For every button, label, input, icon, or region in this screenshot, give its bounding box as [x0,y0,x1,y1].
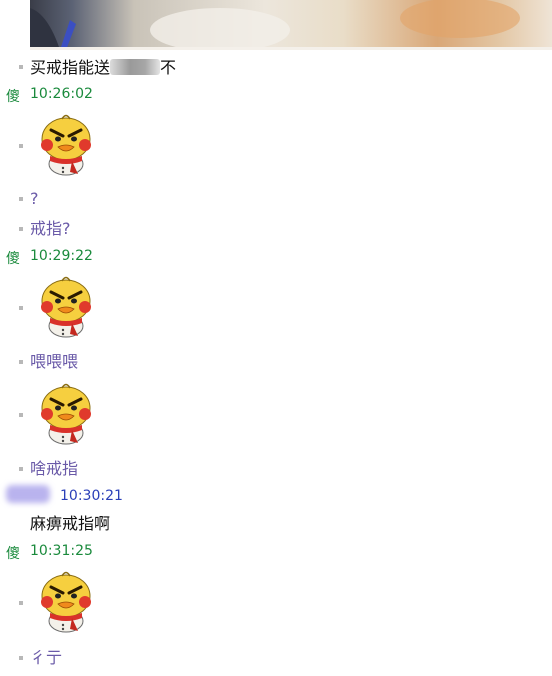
message-text-end: 不 [160,58,177,77]
message-bullet [19,306,23,310]
angry-duck-sticker-icon[interactable] [36,381,96,445]
sender-name[interactable]: 傻 [6,248,20,268]
redacted-sender-name [6,485,50,503]
sender-name[interactable]: 傻 [6,543,20,563]
message-bullet [19,227,23,231]
message-bullet [19,601,23,605]
message-text[interactable]: 彳亍 [30,648,62,668]
timestamp: 10:26:02 [30,86,93,102]
message-bullet [19,197,23,201]
message-bullet [19,144,23,148]
message-text[interactable]: 买戒指能送 不 [30,58,176,78]
redacted-blur [110,59,161,75]
angry-duck-sticker-icon[interactable] [36,112,96,176]
timestamp: 10:30:21 [60,488,123,504]
sender-name[interactable]: 傻 [6,86,20,106]
message-text[interactable]: ? [30,189,39,209]
message-bullet [19,656,23,660]
angry-duck-sticker-icon[interactable] [36,569,96,633]
message-text[interactable]: 戒指? [30,219,71,239]
message-text[interactable]: 喂喂喂 [30,352,78,372]
message-bullet [19,467,23,471]
message-text-start: 买戒指能送 [30,58,111,77]
timestamp: 10:29:22 [30,248,93,264]
message-text[interactable]: 麻痹戒指啊 [30,514,110,534]
timestamp: 10:31:25 [30,543,93,559]
message-text[interactable]: 啥戒指 [30,459,78,479]
message-bullet [19,360,23,364]
message-bullet [19,413,23,417]
message-bullet [19,65,23,69]
angry-duck-sticker-icon[interactable] [36,274,96,338]
shared-photo[interactable] [30,0,552,50]
